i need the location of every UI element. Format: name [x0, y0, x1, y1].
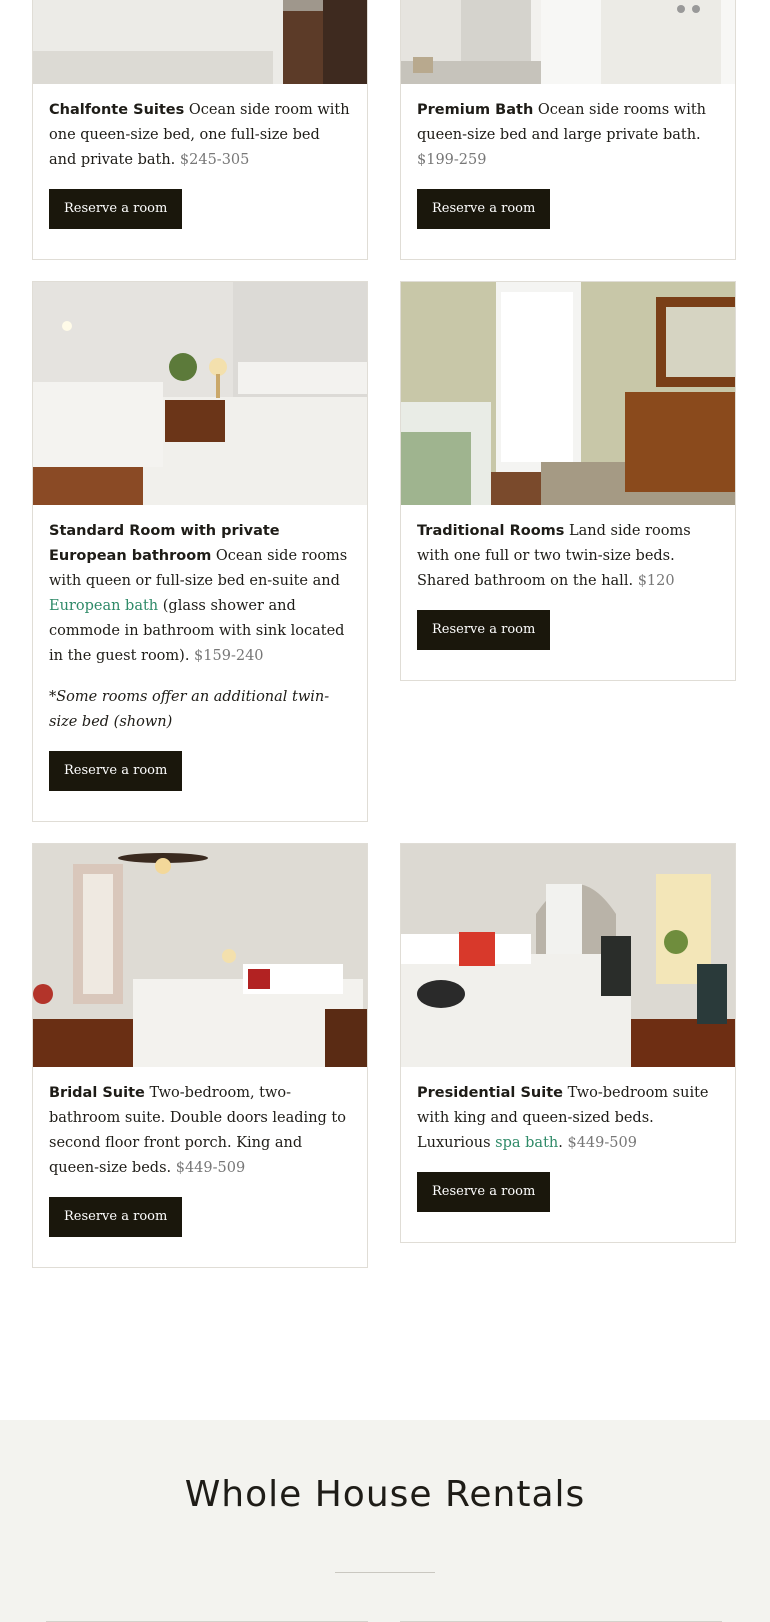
- section-divider: [335, 1572, 435, 1573]
- room-name: Presidential Suite: [417, 1085, 563, 1101]
- room-name: Traditional Rooms: [417, 523, 565, 539]
- room-price: $120: [637, 573, 675, 589]
- room-photo: [33, 282, 367, 505]
- room-card-traditional: Traditional Rooms Land side rooms with o…: [400, 281, 736, 681]
- room-price: $245-305: [179, 152, 250, 168]
- room-photo: [401, 282, 735, 505]
- room-name: Bridal Suite: [49, 1085, 145, 1101]
- room-price: $159-240: [194, 648, 264, 664]
- european-bath-link[interactable]: European bath: [49, 598, 158, 614]
- room-name: Chalfonte Suites: [49, 102, 185, 118]
- room-price: $199-259: [417, 152, 487, 168]
- room-name: Premium Bath: [417, 102, 534, 118]
- section-title: Whole House Rentals: [184, 1474, 586, 1515]
- reserve-button[interactable]: Reserve a room: [49, 1197, 183, 1237]
- room-card-chalfonte: Chalfonte Suites Ocean side room with on…: [32, 0, 368, 260]
- room-card-standard: Standard Room with private European bath…: [32, 281, 368, 822]
- room-photo: [401, 844, 735, 1067]
- room-price: $449-509: [567, 1135, 637, 1151]
- room-card-bridal: Bridal Suite Two-bedroom, two-bathroom s…: [32, 843, 368, 1268]
- room-photo: [33, 844, 367, 1067]
- room-note: *Some rooms offer an additional twin-siz…: [49, 689, 330, 730]
- room-description-cont: .: [558, 1135, 563, 1151]
- reserve-button[interactable]: Reserve a room: [49, 751, 183, 791]
- room-photo: [401, 0, 735, 84]
- reserve-button[interactable]: Reserve a room: [417, 610, 551, 650]
- reserve-button[interactable]: Reserve a room: [417, 189, 551, 229]
- spa-bath-link[interactable]: spa bath: [495, 1135, 558, 1151]
- reserve-button[interactable]: Reserve a room: [417, 1172, 551, 1212]
- whole-house-rentals-section: Whole House Rentals: [0, 1420, 770, 1622]
- room-photo: [33, 0, 367, 84]
- room-price: $449-509: [175, 1160, 246, 1176]
- reserve-button[interactable]: Reserve a room: [49, 189, 183, 229]
- room-card-premium-bath: Premium Bath Ocean side rooms with queen…: [400, 0, 736, 260]
- room-card-presidential: Presidential Suite Two-bedroom suite wit…: [400, 843, 736, 1243]
